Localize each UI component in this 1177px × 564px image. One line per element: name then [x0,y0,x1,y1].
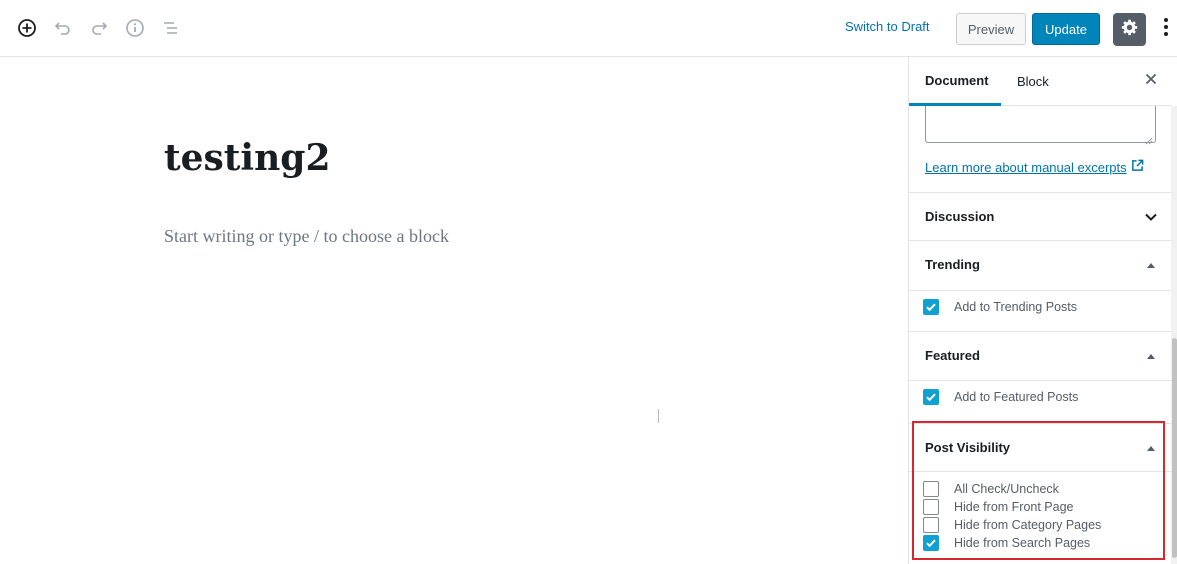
gear-icon [1121,18,1139,41]
panel-trending[interactable]: Trending [909,240,1171,288]
mouse-text-cursor [658,409,659,423]
option-hide-front-page[interactable]: Hide from Front Page [923,498,1074,516]
learn-more-excerpts-link[interactable]: Learn more about manual excerpts [925,159,1144,175]
panel-post-visibility-title: Post Visibility [925,440,1011,455]
editor-canvas: testing2 Start writing or type / to choo… [0,57,908,564]
close-icon [1145,72,1157,90]
panel-discussion[interactable]: Discussion [909,192,1171,240]
option-label: Hide from Front Page [954,500,1074,514]
option-add-to-trending[interactable]: Add to Trending Posts [923,298,1077,316]
checkbox-unchecked[interactable] [923,499,939,515]
settings-sidebar: Document Block Learn more about manual e… [908,57,1177,564]
triangle-up-icon [1143,257,1159,273]
option-label: Hide from Category Pages [954,518,1102,532]
more-vertical-icon [1163,17,1169,42]
option-hide-search-pages[interactable]: Hide from Search Pages [923,534,1090,552]
triangle-up-icon [1143,348,1159,364]
triangle-up-icon [1143,440,1159,456]
post-title[interactable]: testing2 [164,137,331,179]
sidebar-scrollbar[interactable] [1171,106,1177,564]
excerpt-textarea[interactable] [925,106,1156,145]
option-add-to-featured[interactable]: Add to Featured Posts [923,388,1078,406]
settings-button[interactable] [1113,13,1146,46]
checkbox-checked[interactable] [923,299,939,315]
divider [909,380,1171,381]
option-all-check-uncheck[interactable]: All Check/Uncheck [923,480,1059,498]
checkbox-checked[interactable] [923,389,939,405]
panel-trending-title: Trending [925,257,980,272]
tab-document[interactable]: Document [909,57,1001,106]
outline-icon[interactable] [157,14,185,42]
redo-icon[interactable] [85,14,113,42]
sidebar-tabs: Document Block [909,57,1171,106]
update-button[interactable]: Update [1032,13,1100,45]
option-label: Add to Featured Posts [954,390,1079,404]
panel-post-visibility[interactable]: Post Visibility [909,423,1171,471]
option-hide-category-pages[interactable]: Hide from Category Pages [923,516,1101,534]
tab-block[interactable]: Block [1001,57,1061,106]
info-icon[interactable] [121,14,149,42]
option-label: Hide from Search Pages [954,536,1091,550]
close-sidebar-button[interactable] [1139,69,1163,93]
resize-handle-icon[interactable] [1145,132,1153,145]
chevron-down-icon [1143,209,1159,225]
editor-toolbar: Switch to Draft Preview Update [0,0,1177,57]
external-link-icon [1131,159,1144,175]
more-options-button[interactable] [1156,14,1176,44]
add-block-icon[interactable] [13,14,41,42]
divider [909,471,1171,472]
panel-featured-title: Featured [925,348,980,363]
panel-discussion-title: Discussion [925,209,995,224]
option-label: Add to Trending Posts [954,300,1077,314]
switch-to-draft-button[interactable]: Switch to Draft [836,19,939,39]
divider [909,290,1171,291]
learn-more-label: Learn more about manual excerpts [925,159,1127,175]
preview-button[interactable]: Preview [956,13,1026,45]
block-appender-placeholder[interactable]: Start writing or type / to choose a bloc… [164,226,449,247]
scrollbar-thumb[interactable] [1172,338,1177,558]
undo-icon[interactable] [49,14,77,42]
checkbox-unchecked[interactable] [923,481,939,497]
checkbox-unchecked[interactable] [923,517,939,533]
panel-featured[interactable]: Featured [909,331,1171,379]
option-label: All Check/Uncheck [954,482,1059,496]
checkbox-checked[interactable] [923,535,939,551]
